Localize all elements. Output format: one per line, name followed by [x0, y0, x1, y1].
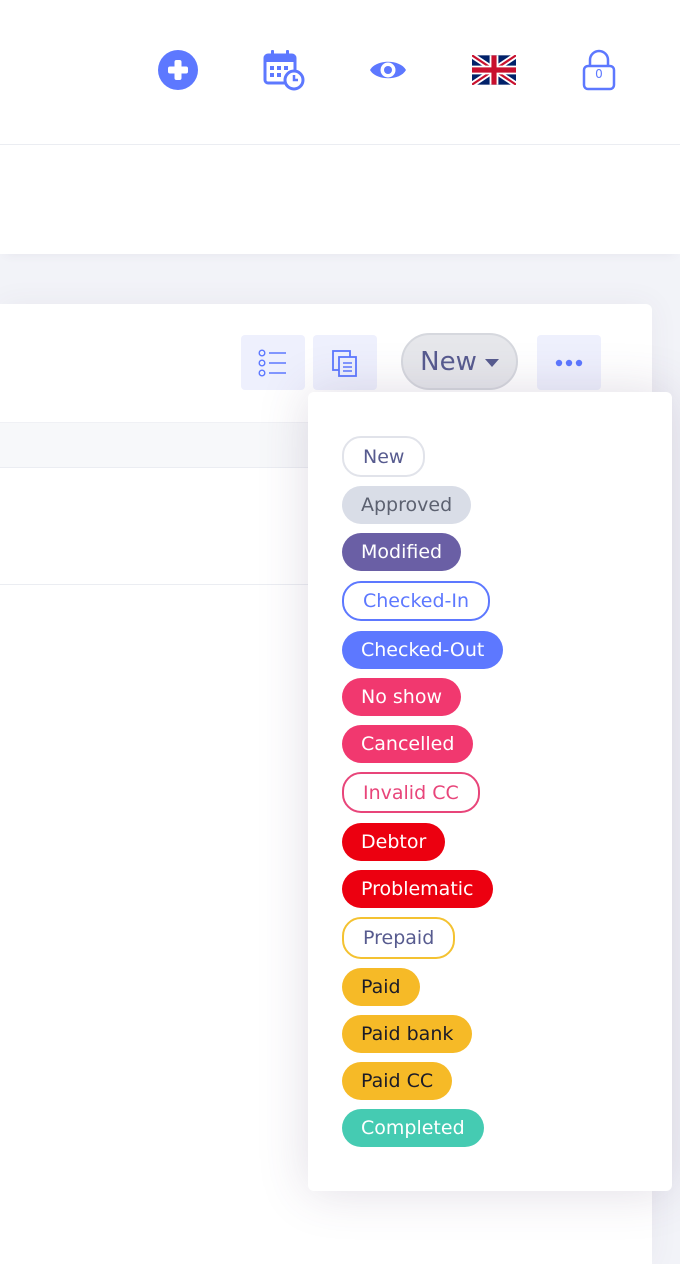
calendar-clock-icon[interactable]	[263, 49, 305, 91]
eye-icon[interactable]	[368, 50, 408, 90]
status-option-paid-bank[interactable]: Paid bank	[342, 1015, 473, 1053]
status-option-cancelled[interactable]: Cancelled	[342, 725, 474, 763]
list-icon	[258, 349, 286, 377]
subheader	[0, 145, 680, 254]
lock-badge-count: 0	[595, 67, 603, 81]
copy-icon	[332, 349, 357, 377]
status-option-paid[interactable]: Paid	[342, 968, 420, 1006]
more-actions-button[interactable]	[537, 335, 601, 390]
uk-flag-icon[interactable]	[472, 50, 516, 90]
status-dropdown-label: New	[420, 346, 477, 377]
status-dropdown-button[interactable]: New	[401, 333, 518, 390]
status-option-no-show[interactable]: No show	[342, 678, 461, 716]
status-option-invalid-cc[interactable]: Invalid CC	[342, 772, 480, 813]
status-option-paid-cc[interactable]: Paid CC	[342, 1062, 453, 1100]
status-option-checked-out[interactable]: Checked-Out	[342, 631, 504, 669]
status-option-modified[interactable]: Modified	[342, 533, 462, 571]
status-option-new[interactable]: New	[342, 436, 426, 477]
status-option-checked-in[interactable]: Checked-In	[342, 581, 491, 621]
status-option-prepaid[interactable]: Prepaid	[342, 917, 456, 959]
status-option-completed[interactable]: Completed	[342, 1109, 484, 1147]
plus-circle-icon[interactable]	[158, 50, 198, 90]
status-dropdown-menu: New Approved Modified Checked-In Checked…	[308, 392, 672, 1191]
list-view-button[interactable]	[241, 335, 305, 390]
lock-icon[interactable]: 0	[580, 49, 618, 91]
copy-button[interactable]	[313, 335, 377, 390]
status-option-approved[interactable]: Approved	[342, 486, 472, 524]
status-option-debtor[interactable]: Debtor	[342, 823, 446, 861]
top-bar: 0	[0, 0, 680, 145]
status-option-problematic[interactable]: Problematic	[342, 870, 493, 908]
caret-down-icon	[484, 358, 499, 367]
more-horizontal-icon	[555, 359, 583, 366]
